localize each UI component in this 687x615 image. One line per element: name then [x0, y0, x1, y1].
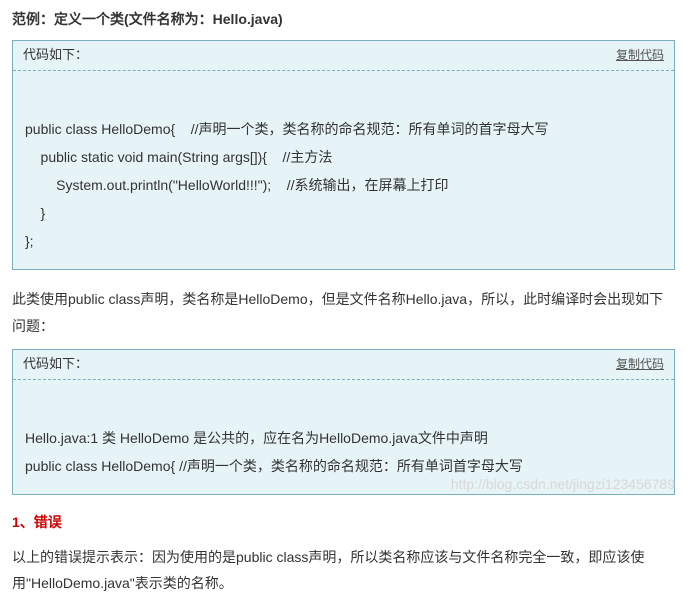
code-header-1: 代码如下： 复制代码 — [13, 41, 674, 71]
code-body-1: public class HelloDemo{ //声明一个类，类名称的命名规范… — [13, 71, 674, 269]
example-heading: 范例：定义一个类(文件名称为：Hello.java) — [12, 8, 675, 30]
code-body-2: Hello.java:1 类 HelloDemo 是公共的，应在名为HelloD… — [13, 380, 674, 494]
paragraph-error-explanation: 以上的错误提示表示：因为使用的是public class声明，所以类名称应该与文… — [12, 544, 675, 597]
copy-code-link[interactable]: 复制代码 — [616, 46, 664, 65]
code-label: 代码如下： — [23, 354, 88, 375]
code-label: 代码如下： — [23, 45, 88, 66]
error-section-heading: 1、错误 — [12, 511, 675, 533]
code-block-1: 代码如下： 复制代码 public class HelloDemo{ //声明一… — [12, 40, 675, 270]
code-header-2: 代码如下： 复制代码 — [13, 350, 674, 380]
code-block-2: 代码如下： 复制代码 Hello.java:1 类 HelloDemo 是公共的… — [12, 349, 675, 495]
copy-code-link[interactable]: 复制代码 — [616, 355, 664, 374]
paragraph-compile-error: 此类使用public class声明，类名称是HelloDemo，但是文件名称H… — [12, 286, 675, 339]
